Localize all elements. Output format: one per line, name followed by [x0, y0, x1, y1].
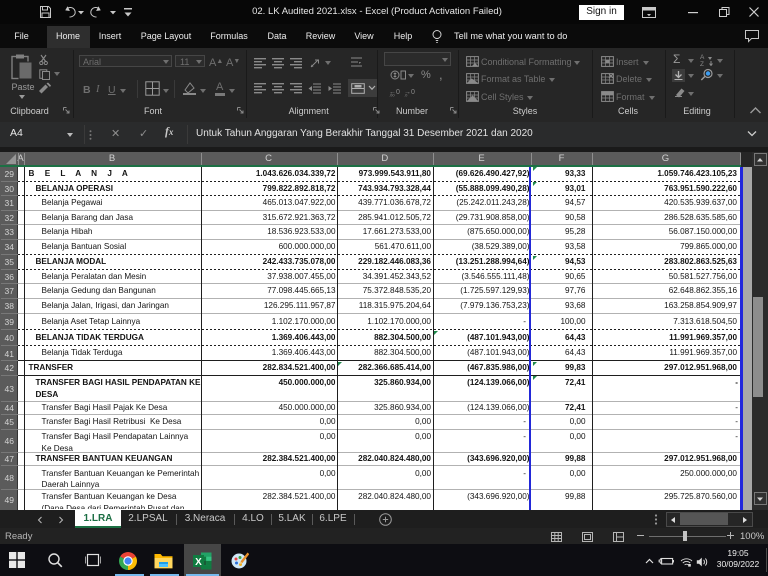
svg-text:A: A — [700, 54, 705, 61]
svg-text:X: X — [195, 557, 202, 568]
svg-text:.00: .00 — [389, 93, 395, 98]
svg-text:Z: Z — [700, 61, 704, 66]
